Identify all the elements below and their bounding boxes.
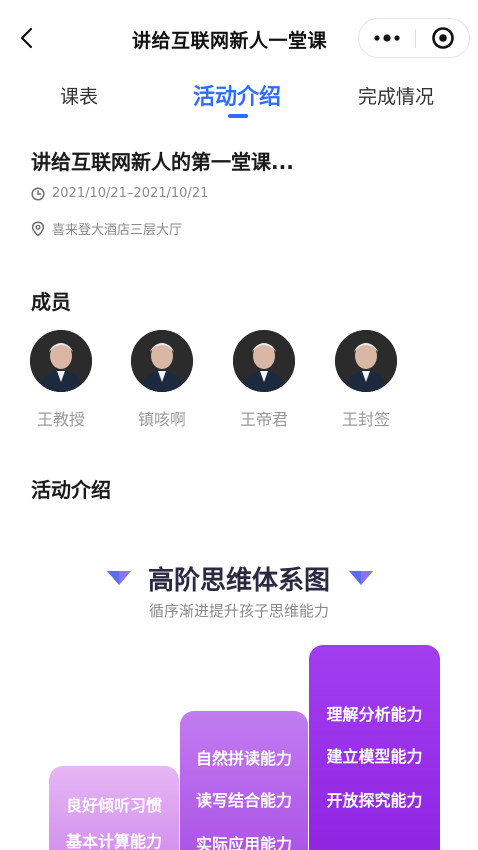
- skill-column-basic: 良好倾听习惯 基本计算能力: [49, 766, 179, 850]
- target-circle-icon: [432, 27, 454, 49]
- member-list: 王教授 镇咳啊 王帝君 王封签: [0, 330, 478, 430]
- skill-label: 读写结合能力: [195, 791, 292, 810]
- active-tab-indicator: [228, 114, 248, 118]
- skill-column-intermediate: 自然拼读能力 读写结合能力 实际应用能力: [180, 711, 308, 850]
- skill-label: 建立模型能力: [326, 747, 423, 766]
- tab-activity-intro[interactable]: 活动介绍: [193, 79, 281, 111]
- more-button[interactable]: [359, 19, 415, 57]
- intro-title-text: 活动介绍: [31, 478, 111, 502]
- member-name: 王教授: [36, 410, 85, 429]
- location-pin-icon: [31, 220, 45, 237]
- intro-section-title: 活动介绍: [31, 474, 111, 503]
- members-section-title: 成员: [31, 286, 71, 315]
- members-title-text: 成员: [31, 290, 71, 314]
- mini-program-capsule: [358, 18, 470, 58]
- member-item[interactable]: 王封签: [321, 330, 411, 430]
- event-location: 喜来登大酒店三层大厅: [52, 223, 183, 238]
- page-title: 讲给互联网新人一堂课: [132, 30, 328, 52]
- back-button[interactable]: [14, 20, 38, 56]
- intro-banner-image: 高阶思维体系图 循序渐进提升孩子思维能力 良好倾听习惯 基本计算能力 自然拼读能…: [0, 540, 478, 850]
- tab-bar: 课表 活动介绍 完成情况: [0, 76, 478, 124]
- banner-title: 高阶思维体系图: [147, 566, 330, 596]
- banner-subtitle: 循序渐进提升孩子思维能力: [148, 602, 329, 620]
- more-dots-icon: [374, 34, 400, 42]
- skill-label: 自然拼读能力: [195, 749, 292, 768]
- tab-completion[interactable]: 完成情况: [358, 82, 434, 109]
- event-date: 2021/10/21–2021/10/21: [52, 186, 209, 201]
- member-item[interactable]: 王帝君: [219, 330, 309, 430]
- member-item[interactable]: 镇咳啊: [117, 330, 207, 430]
- skill-label: 开放探究能力: [326, 791, 423, 810]
- skill-label: 实际应用能力: [195, 835, 292, 850]
- avatar: [335, 330, 397, 392]
- close-mini-program-button[interactable]: [416, 19, 470, 57]
- avatar: [30, 330, 92, 392]
- skill-column-advanced: 理解分析能力 建立模型能力 开放探究能力: [309, 645, 440, 850]
- skill-label: 良好倾听习惯: [65, 796, 162, 815]
- skill-label: 基本计算能力: [65, 832, 162, 850]
- nav-bar: 讲给互联网新人一堂课: [0, 0, 478, 76]
- tab-schedule[interactable]: 课表: [60, 82, 98, 109]
- skill-label: 理解分析能力: [326, 705, 423, 724]
- member-name: 王封签: [341, 410, 390, 429]
- event-location-row: 喜来登大酒店三层大厅: [31, 219, 182, 238]
- member-item[interactable]: 王教授: [16, 330, 106, 430]
- avatar: [131, 330, 193, 392]
- clock-icon: [31, 186, 45, 201]
- avatar: [233, 330, 295, 392]
- member-name: 王帝君: [239, 410, 288, 429]
- event-date-row: 2021/10/21–2021/10/21: [31, 186, 208, 201]
- chevron-left-icon: [20, 27, 33, 49]
- event-title: 讲给互联网新人的第一堂课...: [31, 150, 294, 174]
- member-name: 镇咳啊: [137, 410, 186, 429]
